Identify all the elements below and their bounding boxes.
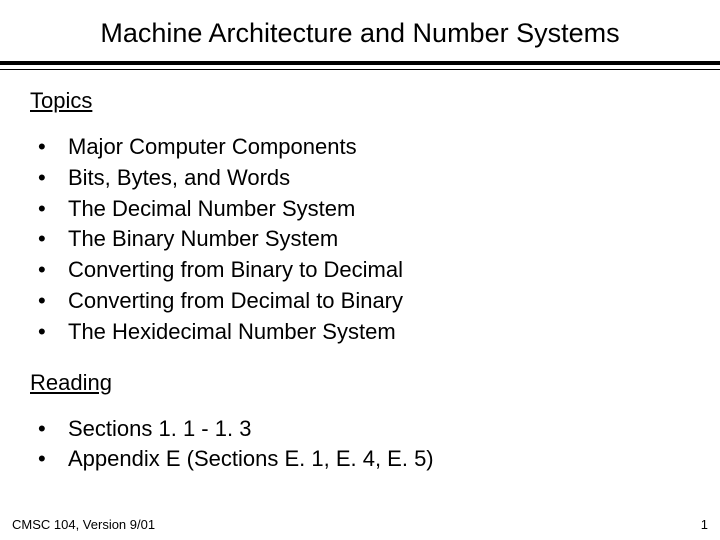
list-item: •Appendix E (Sections E. 1, E. 4, E. 5) — [38, 444, 690, 475]
bullet-icon: • — [38, 224, 68, 255]
list-item: •Converting from Binary to Decimal — [38, 255, 690, 286]
page-number: 1 — [701, 517, 708, 532]
bullet-icon: • — [38, 194, 68, 225]
list-item: •The Hexidecimal Number System — [38, 317, 690, 348]
topic-text: Converting from Binary to Decimal — [68, 255, 403, 286]
topic-text: The Binary Number System — [68, 224, 338, 255]
bullet-icon: • — [38, 255, 68, 286]
topics-list: •Major Computer Components •Bits, Bytes,… — [30, 132, 690, 348]
reading-text: Sections 1. 1 - 1. 3 — [68, 414, 251, 445]
list-item: •The Decimal Number System — [38, 194, 690, 225]
footer: CMSC 104, Version 9/01 1 — [12, 517, 708, 532]
topic-text: The Hexidecimal Number System — [68, 317, 396, 348]
reading-list: •Sections 1. 1 - 1. 3 •Appendix E (Secti… — [30, 414, 690, 476]
reading-text: Appendix E (Sections E. 1, E. 4, E. 5) — [68, 444, 434, 475]
bullet-icon: • — [38, 163, 68, 194]
content-area: Topics •Major Computer Components •Bits,… — [0, 70, 720, 475]
topic-text: The Decimal Number System — [68, 194, 355, 225]
course-label: CMSC 104, Version 9/01 — [12, 517, 155, 532]
slide-title: Machine Architecture and Number Systems — [0, 0, 720, 61]
list-item: •Converting from Decimal to Binary — [38, 286, 690, 317]
bullet-icon: • — [38, 286, 68, 317]
list-item: •Sections 1. 1 - 1. 3 — [38, 414, 690, 445]
list-item: •The Binary Number System — [38, 224, 690, 255]
divider-thick — [0, 61, 720, 65]
bullet-icon: • — [38, 414, 68, 445]
bullet-icon: • — [38, 444, 68, 475]
bullet-icon: • — [38, 317, 68, 348]
topic-text: Converting from Decimal to Binary — [68, 286, 403, 317]
reading-heading: Reading — [30, 370, 690, 396]
topic-text: Major Computer Components — [68, 132, 357, 163]
topics-heading: Topics — [30, 88, 690, 114]
list-item: •Bits, Bytes, and Words — [38, 163, 690, 194]
bullet-icon: • — [38, 132, 68, 163]
list-item: •Major Computer Components — [38, 132, 690, 163]
topic-text: Bits, Bytes, and Words — [68, 163, 290, 194]
